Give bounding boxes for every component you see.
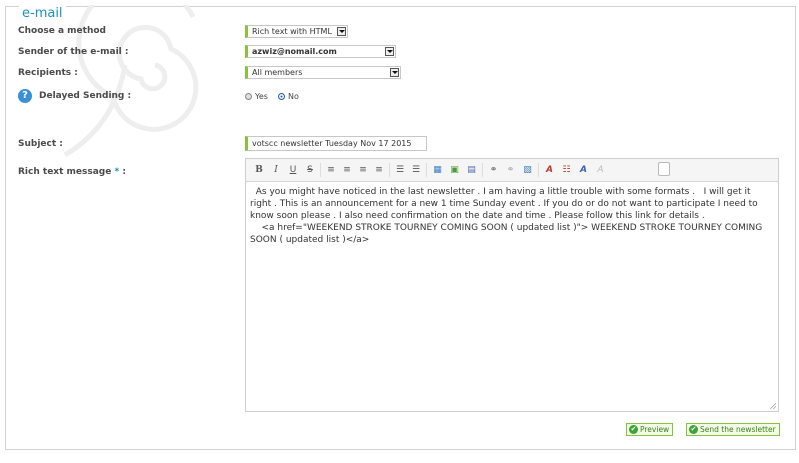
message-label: Rich text message * : <box>18 167 126 177</box>
recipients-select[interactable]: All members <box>245 66 401 79</box>
insert-media-button[interactable]: ▤ <box>466 164 477 176</box>
send-newsletter-button-label: Send the newsletter <box>700 425 776 434</box>
delayed-sending-label: Delayed Sending : <box>39 91 132 101</box>
remove-format-button[interactable]: A <box>595 164 606 176</box>
insert-table-button[interactable]: ▦ <box>432 164 443 176</box>
delayed-no-option[interactable]: No <box>278 92 299 101</box>
method-select[interactable]: Rich text with HTML <box>245 25 348 38</box>
method-label: Choose a method <box>18 26 106 36</box>
sender-select-value: azwiz@nomail.com <box>252 47 337 56</box>
check-icon: ✔ <box>629 425 638 434</box>
check-icon: ✔ <box>689 425 698 434</box>
text-color-button[interactable]: A <box>544 164 555 176</box>
sender-label: Sender of the e-mail : <box>18 47 129 57</box>
insert-link-button[interactable]: ⚭ <box>488 164 499 176</box>
subject-input[interactable]: votscc newsletter Tuesday Nov 17 2015 <box>245 136 427 151</box>
method-select-value: Rich text with HTML <box>252 27 332 36</box>
highlight-button[interactable]: ☷ <box>561 164 572 176</box>
chevron-down-icon[interactable] <box>337 27 346 36</box>
message-label-text: Rich text message <box>18 167 112 177</box>
subject-label: Subject : <box>18 139 63 149</box>
radio-yes[interactable] <box>245 93 252 100</box>
rich-text-editor: B I U S ≡ ≡ ≡ ≡ ☰ ☰ ▦ ▣ ▤ ⚭ ⚭ ▧ A ☷ A A … <box>245 158 779 412</box>
align-right-button[interactable]: ≡ <box>358 164 368 176</box>
editor-toolbar: B I U S ≡ ≡ ≡ ≡ ☰ ☰ ▦ ▣ ▤ ⚭ ⚭ ▧ A ☷ A A <box>246 159 778 182</box>
align-left-button[interactable]: ≡ <box>326 164 336 176</box>
insert-image-button[interactable]: ▣ <box>449 164 460 176</box>
recipients-select-value: All members <box>252 68 303 77</box>
required-marker: * <box>114 167 120 177</box>
source-view-button[interactable] <box>658 162 670 176</box>
delayed-yes-option[interactable]: Yes <box>245 92 268 101</box>
sender-select[interactable]: azwiz@nomail.com <box>245 45 396 58</box>
help-icon[interactable]: ? <box>18 89 32 103</box>
numbered-list-button[interactable]: ☰ <box>411 164 421 176</box>
delayed-yes-label: Yes <box>255 92 268 101</box>
strikethrough-button[interactable]: S <box>305 164 315 176</box>
editor-content[interactable]: As you might have noticed in the last ne… <box>246 182 778 246</box>
message-label-colon: : <box>122 167 126 177</box>
font-style-button[interactable]: A <box>578 164 589 176</box>
recipients-label: Recipients : <box>18 68 78 78</box>
bullet-list-button[interactable]: ☰ <box>395 164 405 176</box>
bold-button[interactable]: B <box>254 164 264 176</box>
chevron-down-icon[interactable] <box>390 68 399 77</box>
align-justify-button[interactable]: ≡ <box>374 164 384 176</box>
send-newsletter-button[interactable]: ✔ Send the newsletter <box>686 423 780 436</box>
align-center-button[interactable]: ≡ <box>342 164 352 176</box>
italic-button[interactable]: I <box>271 164 281 176</box>
preview-button[interactable]: ✔ Preview <box>626 423 674 436</box>
preview-button-label: Preview <box>640 425 670 434</box>
underline-button[interactable]: U <box>288 164 298 176</box>
delayed-no-label: No <box>288 92 299 101</box>
resize-handle-icon[interactable] <box>770 403 776 409</box>
anchor-button[interactable]: ▧ <box>522 164 533 176</box>
radio-no[interactable] <box>278 93 285 100</box>
unlink-button[interactable]: ⚭ <box>505 164 516 176</box>
chevron-down-icon[interactable] <box>385 47 394 56</box>
